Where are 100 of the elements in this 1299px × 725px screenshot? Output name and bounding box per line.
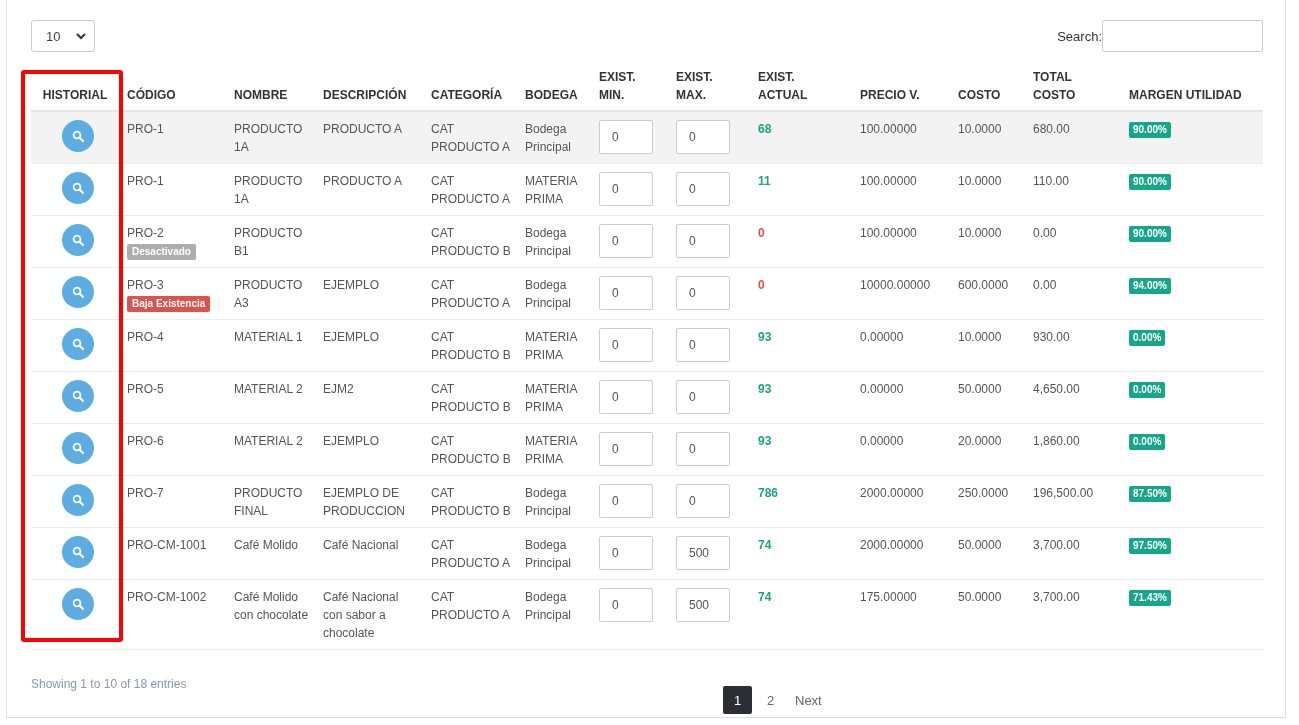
max-stock-field[interactable]: 0 bbox=[676, 224, 730, 258]
product-code: PRO-1 bbox=[127, 173, 165, 190]
table-cell: 0.00000 bbox=[860, 330, 904, 344]
history-button[interactable] bbox=[61, 432, 94, 464]
min-stock-field[interactable]: 0 bbox=[599, 484, 653, 518]
history-button[interactable] bbox=[61, 588, 94, 620]
history-button[interactable] bbox=[61, 276, 94, 308]
history-button[interactable] bbox=[61, 328, 94, 360]
product-code: PRO-7 bbox=[127, 485, 165, 502]
stock-count: 68 bbox=[758, 122, 772, 136]
table-cell: PRODUCTO B1 bbox=[234, 226, 303, 258]
margin-badge: 0.00% bbox=[1129, 434, 1166, 450]
max-stock-field[interactable]: 500 bbox=[676, 588, 730, 622]
history-button[interactable] bbox=[61, 172, 94, 204]
table-cell: CAT PRODUCTO B bbox=[431, 382, 511, 414]
table-cell: 2000.00000 bbox=[860, 538, 924, 552]
search-field[interactable] bbox=[1102, 20, 1263, 52]
table-cell: PRODUCTO FINAL bbox=[234, 486, 303, 518]
min-stock-field[interactable]: 0 bbox=[599, 224, 653, 258]
margin-badge: 94.00% bbox=[1129, 278, 1171, 294]
search-icon bbox=[71, 182, 84, 194]
product-code: PRO-CM-1002 bbox=[127, 589, 208, 606]
table-cell: EJEMPLO DE PRODUCCION bbox=[323, 486, 405, 518]
table-cell: EJEMPLO bbox=[323, 330, 379, 344]
product-code: PRO-1 bbox=[127, 121, 165, 138]
table-cell: MATERIAL 2 bbox=[234, 434, 303, 448]
table-cell: MATERIA PRIMA bbox=[525, 330, 577, 362]
table-cell: CAT PRODUCTO B bbox=[431, 226, 511, 258]
table-cell: 100.00000 bbox=[860, 122, 917, 136]
table-cell: CAT PRODUCTO A bbox=[431, 174, 511, 206]
table-cell: Bodega Principal bbox=[525, 538, 572, 570]
history-button[interactable] bbox=[61, 536, 94, 568]
search-icon bbox=[71, 442, 84, 454]
table-cell: 0.00000 bbox=[860, 382, 904, 396]
max-stock-field[interactable]: 0 bbox=[676, 484, 730, 518]
product-code: PRO-2 bbox=[127, 225, 165, 242]
stock-count: 93 bbox=[758, 330, 772, 344]
table-cell: PRODUCTO A bbox=[323, 174, 403, 188]
margin-badge: 97.50% bbox=[1129, 538, 1171, 554]
table-cell: Bodega Principal bbox=[525, 486, 572, 518]
history-button[interactable] bbox=[61, 484, 94, 516]
page-link[interactable]: 2 bbox=[756, 686, 785, 714]
stock-count: 0 bbox=[758, 226, 765, 240]
stock-count: 786 bbox=[758, 486, 779, 500]
table-cell: CAT PRODUCTO A bbox=[431, 122, 511, 154]
min-stock-field[interactable]: 0 bbox=[599, 172, 653, 206]
table-cell: 680.00 bbox=[1033, 122, 1070, 136]
min-stock-field[interactable]: 0 bbox=[599, 328, 653, 362]
table-cell: Café Nacional bbox=[323, 538, 399, 552]
history-button[interactable] bbox=[61, 224, 94, 256]
margin-badge: 0.00% bbox=[1129, 330, 1166, 346]
margin-badge: 71.43% bbox=[1129, 590, 1171, 606]
table-cell: MATERIAL 2 bbox=[234, 382, 303, 396]
stock-count: 0 bbox=[758, 278, 765, 292]
page-link[interactable]: 1 bbox=[723, 686, 752, 714]
table-cell: CAT PRODUCTO B bbox=[431, 434, 511, 466]
table-cell: 100.00000 bbox=[860, 174, 917, 188]
max-stock-field[interactable]: 0 bbox=[676, 276, 730, 310]
table-cell: Café Nacional con sabor a chocolate bbox=[323, 590, 399, 640]
margin-badge: 90.00% bbox=[1129, 226, 1171, 242]
table-cell: 600.0000 bbox=[958, 278, 1009, 292]
table-cell: 110.00 bbox=[1033, 174, 1069, 188]
page-size-select[interactable]: 10 bbox=[31, 20, 95, 52]
min-stock-field[interactable]: 0 bbox=[599, 120, 653, 154]
min-stock-field[interactable]: 0 bbox=[599, 588, 653, 622]
table-cell: 4,650.00 bbox=[1033, 382, 1080, 396]
search-icon bbox=[71, 546, 84, 558]
table-cell: 10.0000 bbox=[958, 330, 1002, 344]
stock-count: 11 bbox=[758, 174, 771, 188]
table-cell: Café Molido con chocolate bbox=[234, 590, 309, 622]
min-stock-field[interactable]: 0 bbox=[599, 536, 653, 570]
min-stock-field[interactable]: 0 bbox=[599, 380, 653, 414]
max-stock-field[interactable]: 0 bbox=[676, 120, 730, 154]
history-button[interactable] bbox=[61, 120, 94, 152]
table-cell: 0.00000 bbox=[860, 434, 904, 448]
max-stock-field[interactable]: 0 bbox=[676, 432, 730, 466]
max-stock-field[interactable]: 0 bbox=[676, 172, 730, 206]
max-stock-field[interactable]: 0 bbox=[676, 328, 730, 362]
min-stock-field[interactable]: 0 bbox=[599, 276, 653, 310]
history-button[interactable] bbox=[61, 380, 94, 412]
table-cell: EJEMPLO bbox=[323, 434, 379, 448]
table-cell: 20.0000 bbox=[958, 434, 1002, 448]
table-cell: CAT PRODUCTO A bbox=[431, 278, 511, 310]
table-cell: 1,860.00 bbox=[1033, 434, 1080, 448]
stock-count: 93 bbox=[758, 382, 772, 396]
table-cell: PRODUCTO A bbox=[323, 122, 403, 136]
table-cell: 10000.00000 bbox=[860, 278, 931, 292]
next-link[interactable]: Next bbox=[789, 686, 828, 714]
margin-badge: 90.00% bbox=[1129, 122, 1171, 138]
table-cell: 3,700.00 bbox=[1033, 538, 1080, 552]
table-cell: 10.0000 bbox=[958, 174, 1002, 188]
max-stock-field[interactable]: 0 bbox=[676, 380, 730, 414]
table-cell: MATERIA PRIMA bbox=[525, 434, 577, 466]
max-stock-field[interactable]: 500 bbox=[676, 536, 730, 570]
table-cell: 10.0000 bbox=[958, 122, 1002, 136]
margin-badge: 87.50% bbox=[1129, 486, 1171, 502]
table-cell: 50.0000 bbox=[958, 538, 1002, 552]
table-cell: 0.00 bbox=[1033, 278, 1057, 292]
min-stock-field[interactable]: 0 bbox=[599, 432, 653, 466]
product-code: PRO-3 bbox=[127, 277, 165, 294]
